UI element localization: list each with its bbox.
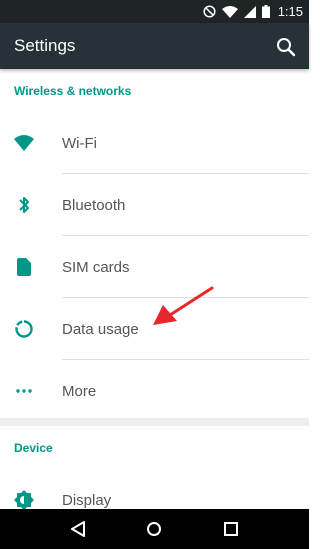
setting-item-more[interactable]: More [0, 360, 309, 422]
clock: 1:15 [277, 4, 303, 19]
battery-icon [261, 5, 270, 18]
setting-item-wifi[interactable]: Wi-Fi [0, 112, 309, 174]
navigation-bar [0, 509, 309, 549]
app-toolbar: Settings [0, 23, 309, 69]
setting-label: Display [62, 491, 112, 509]
section-device: Device Display [0, 426, 309, 509]
section-header: Device [14, 440, 53, 455]
recents-icon[interactable] [221, 519, 241, 539]
page-title: Settings [14, 36, 76, 55]
wifi-icon [221, 5, 238, 18]
signal-icon [243, 5, 256, 18]
setting-item-display[interactable]: Display [0, 469, 309, 509]
back-icon[interactable] [68, 519, 88, 539]
setting-label: Wi-Fi [62, 134, 97, 152]
wifi-icon [14, 133, 34, 153]
data-usage-icon [14, 319, 34, 339]
search-icon[interactable] [275, 36, 297, 58]
setting-item-bluetooth[interactable]: Bluetooth [0, 174, 309, 236]
setting-label: Bluetooth [62, 196, 126, 214]
status-bar: 1:15 [0, 0, 309, 23]
display-icon [14, 490, 34, 509]
section-wireless-networks: Wireless & networks Wi-Fi Bluetooth SIM … [0, 69, 309, 418]
section-header: Wireless & networks [14, 83, 132, 98]
more-icon [14, 381, 34, 401]
sim-card-icon [14, 257, 34, 277]
annotation-arrow [153, 286, 214, 325]
setting-label: More [62, 382, 97, 400]
do-not-disturb-icon [203, 5, 216, 18]
setting-label: SIM cards [62, 258, 130, 276]
bluetooth-icon [14, 195, 34, 215]
setting-label: Data usage [62, 320, 139, 338]
home-icon[interactable] [144, 519, 164, 539]
